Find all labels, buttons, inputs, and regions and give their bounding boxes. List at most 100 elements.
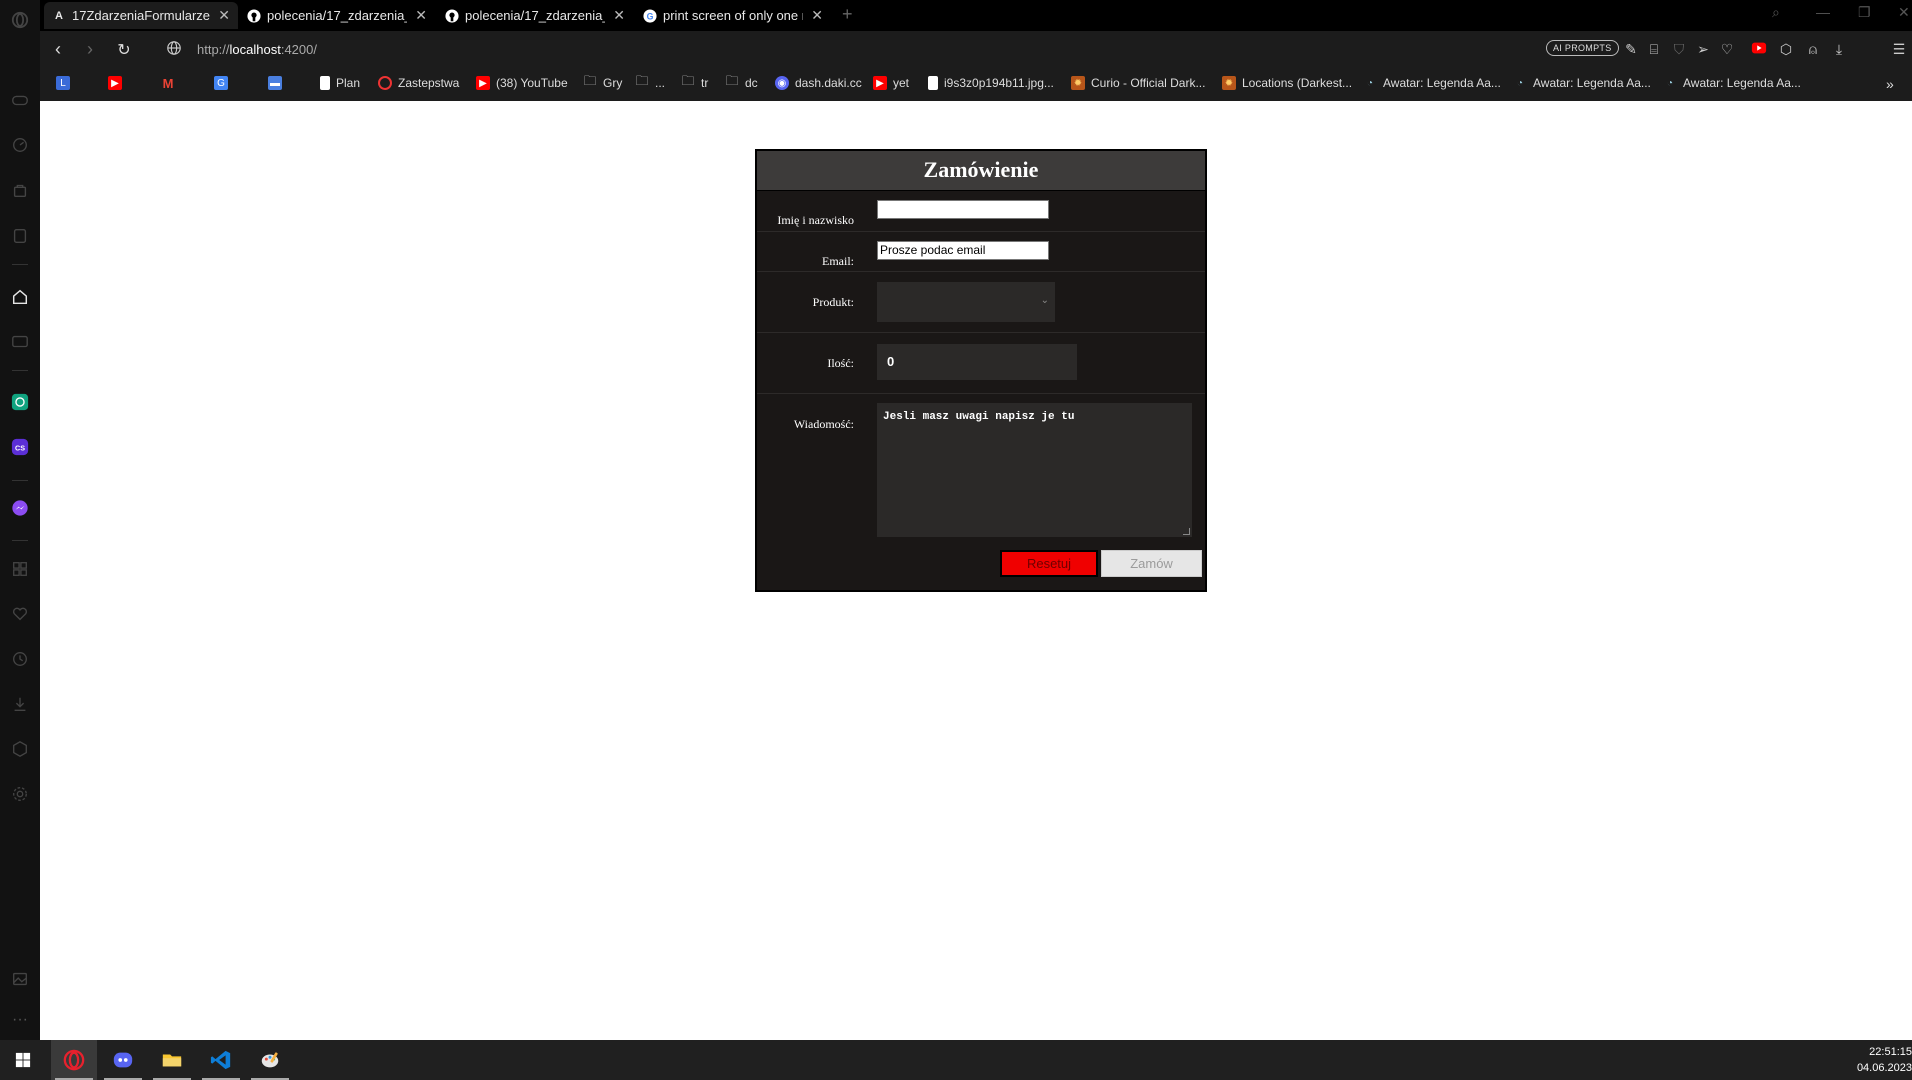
bookmark-locations[interactable]: ✹ Locations (Darkest... [1222,76,1352,90]
bookmark-jpg[interactable]: i9s3z0p194b11.jpg... [928,76,1054,90]
bookmark-dash-daki[interactable]: ◉ dash.daki.cc [775,76,862,90]
heart-toolbar-icon[interactable]: ♡ [1718,40,1736,58]
bookmark-curio[interactable]: ✹ Curio - Official Dark... [1071,76,1205,90]
chat-icon[interactable] [8,330,32,354]
system-clock[interactable]: 22:51:15 04.06.2023 [1857,1044,1912,1076]
reload-icon[interactable]: ↻ [113,40,135,60]
extensions-icon[interactable] [8,737,32,761]
maximize-icon[interactable]: ❐ [1858,4,1871,21]
opera-logo-icon[interactable] [8,8,32,32]
globe-icon [166,40,184,58]
tab-github-2[interactable]: polecenia/17_zdarzenia_for ✕ [437,2,633,29]
shield-icon[interactable]: ⛉ [1670,40,1688,58]
ai-prompts-button[interactable]: AI PROMPTS [1546,40,1619,56]
folder-icon: 🗀 [635,73,649,88]
name-row: Imię i nazwisko [757,191,1205,232]
browser-window: CS ··· A 17ZdarzeniaFormularze ✕ polecen… [0,0,1912,1040]
chevron-down-icon: ⌄ [1040,295,1049,306]
resize-grip-icon[interactable] [1183,528,1190,535]
minimize-icon[interactable]: — [1816,4,1830,20]
bookmark-zastepstwa[interactable]: Zastepstwa [378,76,459,90]
search-tabs-icon[interactable]: ⌕ [1772,4,1780,21]
cube-icon[interactable]: ⬡ [1777,40,1795,58]
speed-dial-icon[interactable] [8,133,32,157]
form-title: Zamówienie [757,151,1205,191]
menu-icon[interactable]: ☰ [1890,40,1908,58]
order-form: Zamówienie Imię i nazwisko Email: Prosze… [755,149,1207,592]
message-row: Wiadomość: Jesli masz uwagi napisz je tu [757,394,1205,550]
more-icon[interactable]: ··· [8,1008,32,1032]
bookmark-awatar-2[interactable]: ◔ Awatar: Legenda Aa... [1513,76,1651,90]
bookmark-translate[interactable]: G [214,76,234,90]
email-row: Email: Prosze podac email [757,232,1205,272]
edit-icon[interactable]: ✎ [1622,40,1640,58]
home-icon[interactable] [8,285,32,309]
clock-time: 22:51:15 [1869,1046,1912,1058]
bookmark-folder-gry[interactable]: 🗀 Gry [583,73,622,90]
bookmark-calendar[interactable]: ▬ [268,76,288,90]
bag-icon[interactable] [8,178,32,202]
bookmark-folder-tr[interactable]: 🗀 tr [681,73,708,90]
bookmark-youtube-38[interactable]: ▶ (38) YouTube [476,76,568,90]
download-icon[interactable]: ⤓ [1830,40,1848,58]
close-tab-icon[interactable]: ✕ [218,7,230,24]
order-button[interactable]: Zamów [1101,550,1202,577]
bookmarks-overflow-icon[interactable]: » [1886,76,1894,92]
bookmark-yet[interactable]: ▶ yet [873,76,909,90]
paint-icon[interactable] [247,1040,293,1080]
bookmark-awatar-1[interactable]: ◔ Awatar: Legenda Aa... [1363,76,1501,90]
clipboard-icon[interactable] [8,224,32,248]
messenger-icon[interactable] [8,496,32,520]
bookmark-folder-dc[interactable]: 🗀 dc [725,73,757,90]
url-field[interactable]: http://localhost:4200/ [197,42,317,57]
bookmark-awatar-3[interactable]: ◔ Awatar: Legenda Aa... [1663,76,1801,90]
file-explorer-icon[interactable] [149,1040,195,1080]
tab-title: polecenia/17_zdarzenia_for [267,8,407,23]
bookmark-folder-dots[interactable]: 🗀... [635,73,665,90]
tab-angular-app[interactable]: A 17ZdarzeniaFormularzeRyc ✕ [44,2,238,29]
tab-github-1[interactable]: polecenia/17_zdarzenia_for ✕ [239,2,435,29]
windows-taskbar: 22:51:15 04.06.2023 [0,1040,1912,1080]
windows-start-icon[interactable] [0,1040,46,1080]
product-select[interactable]: ⌄ [877,282,1055,322]
email-input[interactable]: Prosze podac email [877,241,1049,260]
gamepad-icon[interactable] [8,88,32,112]
camera-icon[interactable]: ⌸ [1645,40,1663,58]
discord-icon[interactable] [100,1040,146,1080]
github-icon [247,8,261,23]
workspaces-icon[interactable] [8,557,32,581]
address-bar: ‹ › ↻ http://localhost:4200/ AI PROMPTS … [40,31,1912,68]
gallery-icon[interactable] [8,967,32,991]
close-window-icon[interactable]: ✕ [1898,4,1910,21]
back-icon[interactable]: ‹ [47,39,69,60]
close-tab-icon[interactable]: ✕ [415,7,427,24]
bookmark-blue[interactable]: L [56,76,76,90]
history-icon[interactable] [8,647,32,671]
profile-icon[interactable]: ⍝ [1804,40,1822,58]
bookmark-gmail[interactable]: M [161,76,181,91]
product-label: Produkt: [812,295,854,309]
message-textarea[interactable]: Jesli masz uwagi napisz je tu [877,403,1192,537]
chatgpt-icon[interactable] [8,390,32,414]
forward-icon[interactable]: › [79,39,101,60]
bookmark-plan[interactable]: Plan [320,76,360,90]
vscode-icon[interactable] [198,1040,244,1080]
heart-icon[interactable] [8,602,32,626]
name-input[interactable] [877,200,1049,219]
opera-icon[interactable] [51,1040,97,1080]
send-icon[interactable]: ➢ [1694,40,1712,58]
downloads-icon[interactable] [8,692,32,716]
close-tab-icon[interactable]: ✕ [613,7,625,24]
close-tab-icon[interactable]: ✕ [811,7,823,24]
chatsonic-icon[interactable]: CS [8,435,32,459]
new-tab-icon[interactable]: + [842,4,853,25]
settings-icon[interactable] [8,782,32,806]
wiki-icon: ✹ [1071,76,1085,90]
tab-google[interactable]: G print screen of only one mo ✕ [635,2,831,29]
youtube-extension-icon[interactable] [1750,40,1768,58]
reset-button[interactable]: Resetuj [1000,550,1098,577]
bookmark-youtube[interactable]: ▶ [108,76,128,90]
quantity-input[interactable]: 0 [877,344,1077,380]
folder-icon: 🗀 [725,73,739,88]
message-text: Jesli masz uwagi napisz je tu [883,411,1075,423]
